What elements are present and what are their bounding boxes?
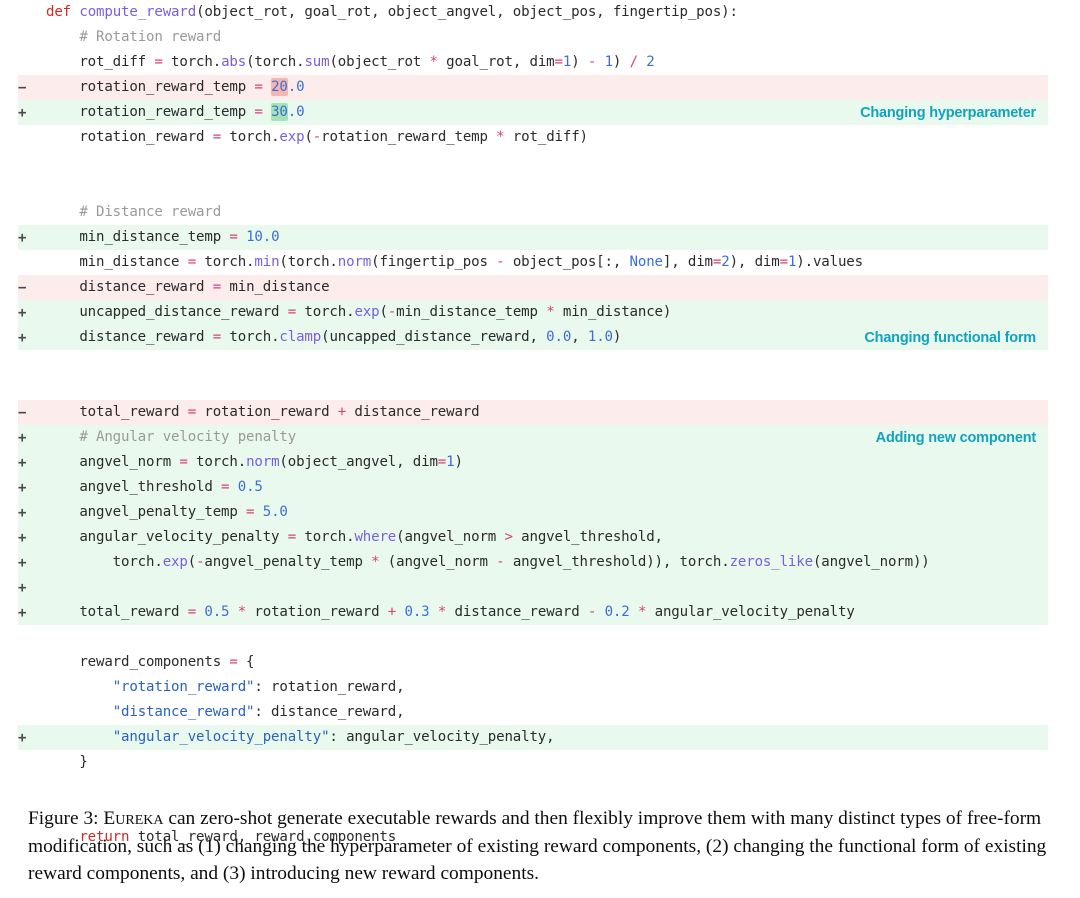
code-line: min_distance = torch.min(torch.norm(fing… — [0, 250, 1080, 275]
diff-marker-added: + — [18, 229, 27, 246]
diff-marker-removed: − — [18, 279, 27, 296]
code-line-text: min_distance_temp = 10.0 — [46, 229, 280, 246]
code-line-text: rot_diff = torch.abs(torch.sum(object_ro… — [46, 54, 655, 71]
code-line-blank — [0, 350, 1080, 375]
code-line-blank — [0, 775, 1080, 800]
code-line-text: min_distance = torch.min(torch.norm(fing… — [46, 254, 863, 271]
diff-marker-added: + — [18, 504, 27, 521]
code-line-text: "rotation_reward": rotation_reward, — [112, 679, 405, 696]
code-line: # Distance reward — [0, 200, 1080, 225]
diff-marker-added: + — [18, 554, 27, 571]
code-line-removed: − total_reward = rotation_reward + dista… — [0, 400, 1080, 425]
code-line-text: rotation_reward_temp = 20.0 — [46, 78, 305, 97]
code-line-blank — [0, 150, 1080, 175]
code-line-text: angvel_threshold = 0.5 — [46, 479, 263, 496]
code-line-text: uncapped_distance_reward = torch.exp(-mi… — [46, 304, 672, 321]
code-line-added: + "angular_velocity_penalty": angular_ve… — [0, 725, 1080, 750]
diff-marker-added: + — [18, 529, 27, 546]
code-line-text: distance_reward = torch.clamp(uncapped_d… — [46, 329, 622, 346]
code-line-text: rotation_reward = torch.exp(-rotation_re… — [46, 129, 588, 146]
diff-marker-removed: − — [18, 404, 27, 421]
code-line-added: + angvel_threshold = 0.5 — [0, 475, 1080, 500]
code-line: rotation_reward = torch.exp(-rotation_re… — [0, 125, 1080, 150]
code-line-text: # Rotation reward — [79, 29, 222, 46]
code-line-added: + distance_reward = torch.clamp(uncapped… — [0, 325, 1080, 350]
code-line: def compute_reward(object_rot, goal_rot,… — [0, 0, 1080, 25]
code-line: rot_diff = torch.abs(torch.sum(object_ro… — [0, 50, 1080, 75]
code-line: # Rotation reward — [0, 25, 1080, 50]
annotation-adding-new-component: Adding new component — [875, 429, 1037, 446]
code-line: } — [0, 750, 1080, 775]
diff-marker-added: + — [18, 104, 27, 121]
diff-marker-added: + — [18, 479, 27, 496]
code-line-removed: − rotation_reward_temp = 20.0 — [0, 75, 1080, 100]
code-line-added: + angvel_norm = torch.norm(object_angvel… — [0, 450, 1080, 475]
code-line-added: + rotation_reward_temp = 30.0 Changing h… — [0, 100, 1080, 125]
diff-marker-added: + — [18, 454, 27, 471]
code-line-text: torch.exp(-angvel_penalty_temp * (angvel… — [46, 554, 930, 571]
code-line-text: angular_velocity_penalty = torch.where(a… — [46, 529, 663, 546]
code-line-text: total_reward = rotation_reward + distanc… — [46, 404, 480, 421]
diff-marker-added: + — [18, 604, 27, 621]
code-line-text: "angular_velocity_penalty": angular_velo… — [112, 729, 555, 746]
code-line-text: def compute_reward(object_rot, goal_rot,… — [46, 4, 738, 21]
code-line: "rotation_reward": rotation_reward, — [0, 675, 1080, 700]
code-line-added: + angular_velocity_penalty = torch.where… — [0, 525, 1080, 550]
code-line-text: # Angular velocity penalty — [79, 429, 297, 446]
diff-marker-added: + — [18, 729, 27, 746]
code-line-added: + total_reward = 0.5 * rotation_reward +… — [0, 600, 1080, 625]
code-diff-figure: def compute_reward(object_rot, goal_rot,… — [0, 0, 1080, 845]
code-line: "distance_reward": distance_reward, — [0, 700, 1080, 725]
code-line-text: # Distance reward — [79, 204, 222, 221]
code-line-added: + min_distance_temp = 10.0 — [0, 225, 1080, 250]
code-line-text: distance_reward = min_distance — [46, 279, 330, 296]
annotation-changing-hyperparameter: Changing hyperparameter — [860, 104, 1036, 121]
code-line-added: + uncapped_distance_reward = torch.exp(-… — [0, 300, 1080, 325]
code-line-text: total_reward = 0.5 * rotation_reward + 0… — [46, 604, 855, 621]
diff-marker-added: + — [18, 304, 27, 321]
code-line: reward_components = { — [0, 650, 1080, 675]
code-line-blank — [0, 175, 1080, 200]
code-line-text: return total_reward, reward_components — [79, 829, 397, 846]
code-line-blank — [0, 375, 1080, 400]
annotation-changing-functional-form: Changing functional form — [864, 329, 1036, 346]
code-line-text: } — [46, 754, 88, 771]
code-line-added: + angvel_penalty_temp = 5.0 — [0, 500, 1080, 525]
diff-marker-added: + — [18, 429, 27, 446]
code-line-text: reward_components = { — [46, 654, 255, 671]
code-line-added: + torch.exp(-angvel_penalty_temp * (angv… — [0, 550, 1080, 575]
code-line-text: "distance_reward": distance_reward, — [112, 704, 405, 721]
code-line-text: angvel_penalty_temp = 5.0 — [46, 504, 288, 521]
code-line-text: angvel_norm = torch.norm(object_angvel, … — [46, 454, 463, 471]
diff-marker-added: + — [18, 329, 27, 346]
code-line-removed: − distance_reward = min_distance — [0, 275, 1080, 300]
code-line-text: rotation_reward_temp = 30.0 — [46, 103, 305, 122]
diff-marker-added: + — [18, 579, 27, 596]
code-line-added: + # Angular velocity penalty Adding new … — [0, 425, 1080, 450]
code-line-blank — [0, 625, 1080, 650]
diff-marker-removed: − — [18, 79, 27, 96]
code-line-added-blank: + — [0, 575, 1080, 600]
